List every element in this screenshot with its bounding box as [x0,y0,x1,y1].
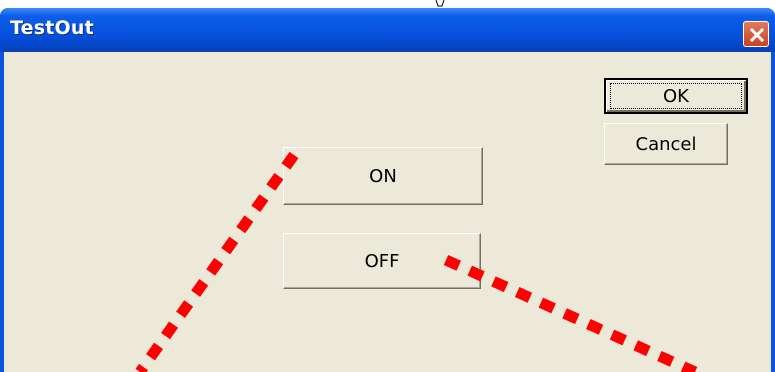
red-dotted-line-from-off-button [443,254,698,372]
top-cursor-fragment [435,0,445,7]
red-dotted-line-from-on-button [135,151,299,372]
annotation-overlay [135,0,698,372]
